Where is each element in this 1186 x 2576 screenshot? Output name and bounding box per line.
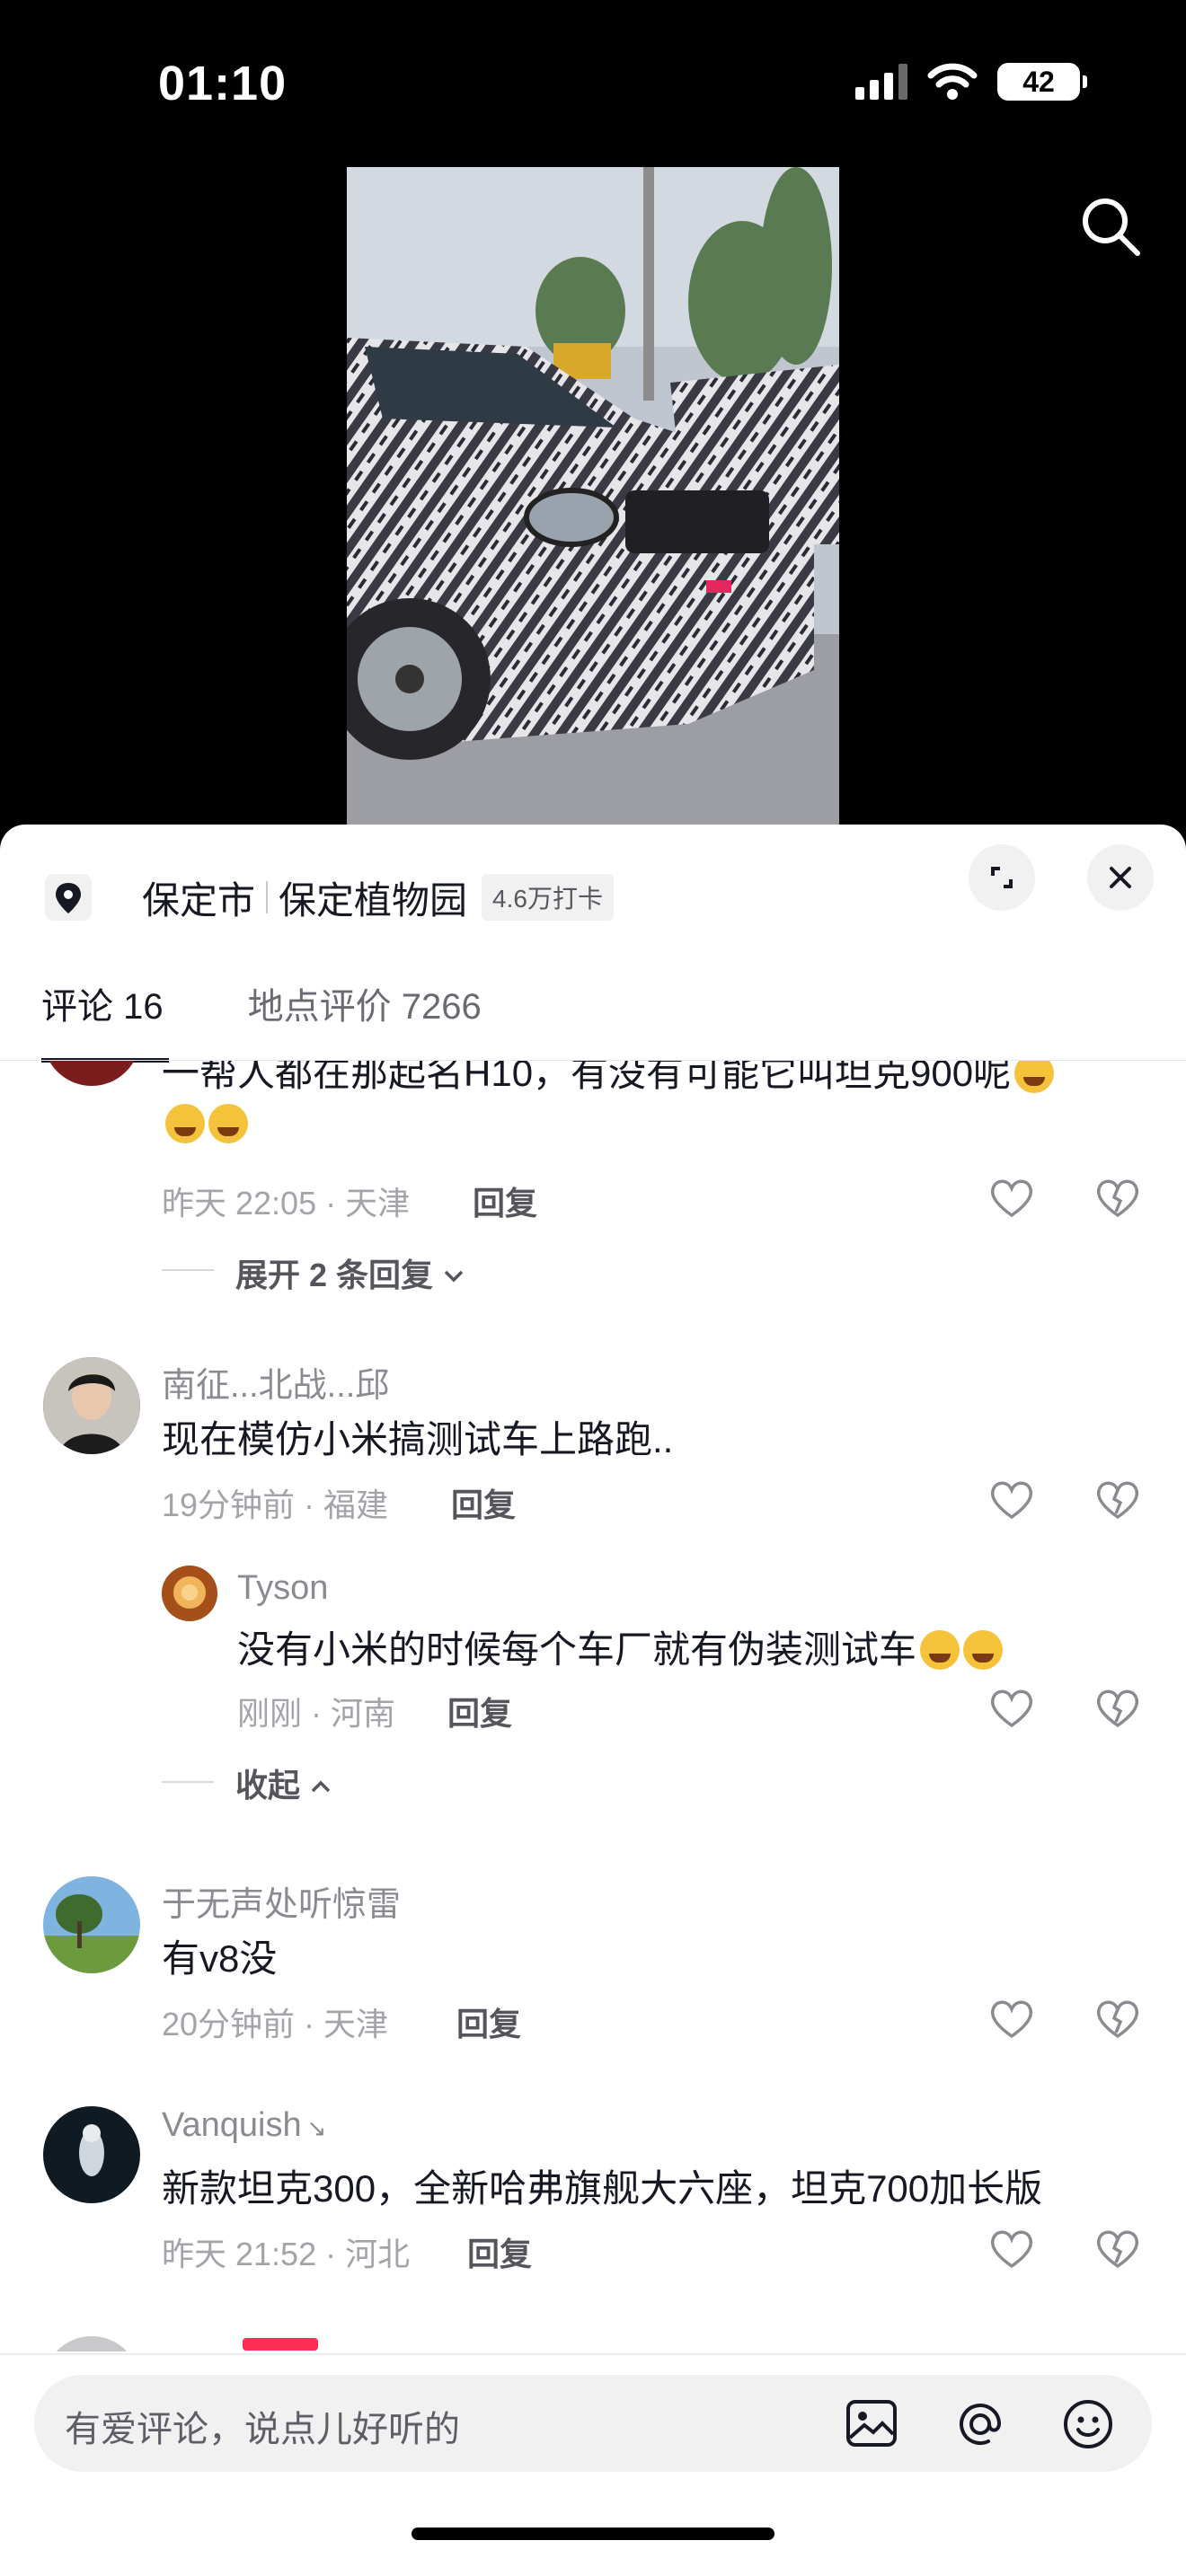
heart-icon[interactable] — [985, 1472, 1039, 1526]
reply-button[interactable]: 回复 — [456, 1998, 521, 2045]
commenter-name[interactable]: Vanquish ↘ — [162, 2106, 326, 2145]
tab-comments[interactable]: 评论 16 — [41, 977, 164, 1053]
comment-text: 一帮人都在那起名H10，有没有可能它叫坦克900呢 — [162, 1061, 1055, 1098]
reply-button[interactable]: 回复 — [451, 1479, 516, 1526]
avatar[interactable] — [43, 2106, 140, 2203]
reply-button[interactable]: 回复 — [473, 1178, 537, 1224]
location-divider — [266, 881, 269, 913]
author-tag — [243, 2338, 318, 2351]
comment-input-placeholder: 有爱评论，说点儿好听的 — [65, 2410, 460, 2449]
avatar[interactable] — [43, 1876, 140, 1973]
comment-meta: 昨天 22:05 · 天津 — [162, 1185, 411, 1222]
comment-item: 一帮人都在那起名H10，有没有可能它叫坦克900呢 昨天 22:05 · 天津 … — [0, 1061, 1186, 1330]
chevron-down-icon — [444, 1270, 464, 1283]
laughing-crying-emoji — [920, 1630, 960, 1670]
video-frame[interactable] — [347, 167, 839, 825]
chevron-up-icon — [311, 1780, 331, 1793]
broken-heart-icon[interactable] — [1091, 1681, 1145, 1734]
avatar[interactable] — [43, 2336, 140, 2351]
reply-meta: 刚刚 · 河南 — [237, 1695, 395, 1732]
close-button[interactable] — [1087, 844, 1154, 911]
laughing-crying-emoji — [963, 1630, 1004, 1670]
search-icon[interactable] — [1075, 190, 1146, 262]
reply-avatar[interactable] — [162, 1566, 217, 1621]
commenter-name[interactable]: 南征...北战...邱 — [162, 1357, 389, 1407]
gender-icon: ↘ — [306, 2114, 327, 2141]
fullscreen-icon — [991, 867, 1013, 888]
heart-icon[interactable] — [985, 1681, 1039, 1734]
tab-place-reviews[interactable]: 地点评价 7266 — [248, 977, 482, 1053]
comment-input[interactable]: 有爱评论，说点儿好听的 — [34, 2375, 1152, 2472]
avatar[interactable] — [43, 1061, 140, 1086]
broken-heart-icon[interactable] — [1091, 1170, 1145, 1224]
heart-icon[interactable] — [985, 2221, 1039, 2275]
cellular-signal-icon — [855, 64, 907, 100]
reply-button[interactable]: 回复 — [467, 2228, 532, 2275]
avatar[interactable] — [43, 1357, 140, 1454]
comment-text: 新款坦克300，全新哈弗旗舰大六座，坦克700加长版 — [162, 2167, 1043, 2210]
comment-list[interactable]: 一帮人都在那起名H10，有没有可能它叫坦克900呢 昨天 22:05 · 天津 … — [0, 1061, 1186, 2351]
location-place[interactable]: 保定植物园 — [279, 870, 467, 925]
comment-meta: 昨天 21:52 · 河北 — [162, 2236, 411, 2272]
broken-heart-icon[interactable] — [1091, 2221, 1145, 2275]
expand-divider — [162, 1269, 214, 1271]
checkin-count-badge: 4.6万打卡 — [482, 874, 614, 921]
heart-icon[interactable] — [985, 1991, 1039, 2045]
commenter-name[interactable]: 于无声处听惊雷 — [162, 1876, 401, 1926]
collapse-divider — [162, 1781, 214, 1783]
location-pin-icon — [43, 872, 93, 922]
reply-button[interactable]: 回复 — [447, 1688, 512, 1734]
reply-text: 没有小米的时候每个车厂就有伪装测试车 — [237, 1619, 1004, 1674]
at-icon[interactable] — [952, 2396, 1008, 2452]
laughing-crying-emoji — [165, 1104, 205, 1143]
tab-bar: 评论 16 地点评价 7266 — [41, 977, 482, 1053]
battery-indicator: 42 — [997, 63, 1087, 101]
comment-item: Vanquish ↘ 新款坦克300，全新哈弗旗舰大六座，坦克700加长版 昨天 … — [0, 2106, 1186, 2322]
laughing-crying-emoji — [208, 1104, 248, 1143]
broken-heart-icon[interactable] — [1091, 1991, 1145, 2045]
comment-item-partial — [0, 2336, 1186, 2351]
collapse-replies-button[interactable]: 收起 — [235, 1760, 332, 1806]
status-time: 01:10 — [158, 57, 288, 110]
comment-text: 有v8没 — [162, 1937, 278, 1980]
input-divider — [0, 2353, 1186, 2355]
fullscreen-button[interactable] — [969, 844, 1035, 911]
laughing-crying-emoji — [1014, 1061, 1055, 1093]
reply-commenter-name[interactable]: Tyson — [237, 1569, 328, 1608]
wifi-icon — [927, 63, 978, 100]
comment-item: 南征...北战...邱 现在模仿小米搞测试车上路跑.. 19分钟前 · 福建 回… — [0, 1357, 1186, 1860]
heart-icon[interactable] — [985, 1170, 1039, 1224]
image-icon[interactable] — [845, 2398, 898, 2448]
comment-meta: 19分钟前 · 福建 — [162, 1486, 389, 1523]
emoji-icon[interactable] — [1060, 2396, 1116, 2452]
comment-meta: 20分钟前 · 天津 — [162, 2006, 389, 2042]
location-city[interactable]: 保定市 — [142, 870, 255, 925]
comment-text: 现在模仿小米搞测试车上路跑.. — [162, 1418, 674, 1460]
status-indicators: 42 — [855, 63, 1087, 101]
broken-heart-icon[interactable] — [1091, 1472, 1145, 1526]
home-indicator[interactable] — [412, 2527, 774, 2540]
comment-item: 于无声处听惊雷 有v8没 20分钟前 · 天津 回复 — [0, 1876, 1186, 2092]
comment-sheet: 保定市 保定植物园 4.6万打卡 评论 16 地点评价 7266 一帮人都在那起… — [0, 825, 1186, 2576]
comment-emoji-line — [162, 1102, 248, 1145]
video-thumbnail-camouflaged-suv — [347, 167, 839, 825]
expand-replies-button[interactable]: 展开 2 条回复 — [235, 1249, 465, 1296]
close-icon — [1110, 867, 1131, 888]
